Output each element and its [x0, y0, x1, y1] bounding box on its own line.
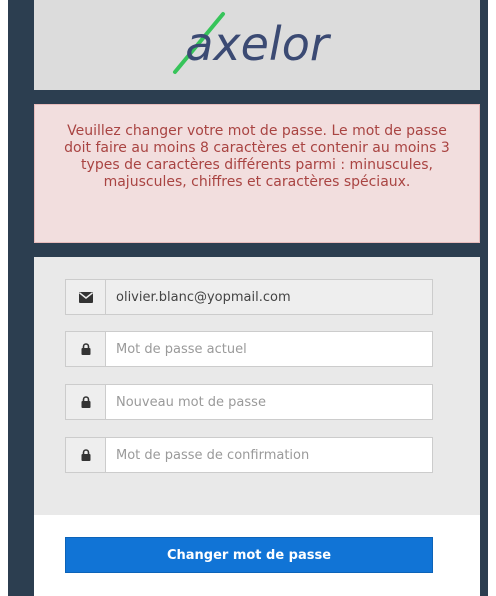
email-row — [65, 279, 433, 315]
form-footer: Changer mot de passe — [34, 515, 480, 596]
lock-icon — [65, 384, 105, 420]
current-password-row — [65, 331, 433, 367]
change-password-button[interactable]: Changer mot de passe — [65, 537, 433, 573]
confirm-password-input[interactable] — [105, 437, 433, 473]
logo-text: axelor — [185, 17, 332, 71]
password-form — [34, 257, 480, 515]
lock-icon — [65, 437, 105, 473]
new-password-input[interactable] — [105, 384, 433, 420]
new-password-row — [65, 384, 433, 420]
password-change-alert: Veuillez changer votre mot de passe. Le … — [34, 104, 480, 243]
axelor-logo: axelor — [173, 12, 332, 74]
email-field[interactable] — [105, 279, 433, 315]
login-frame: axelor Veuillez changer votre mot de pas… — [8, 0, 488, 596]
confirm-password-row — [65, 437, 433, 473]
envelope-icon — [65, 279, 105, 315]
logo-header: axelor — [34, 0, 480, 90]
current-password-input[interactable] — [105, 331, 433, 367]
alert-message: Veuillez changer votre mot de passe. Le … — [64, 123, 450, 190]
lock-icon — [65, 331, 105, 367]
